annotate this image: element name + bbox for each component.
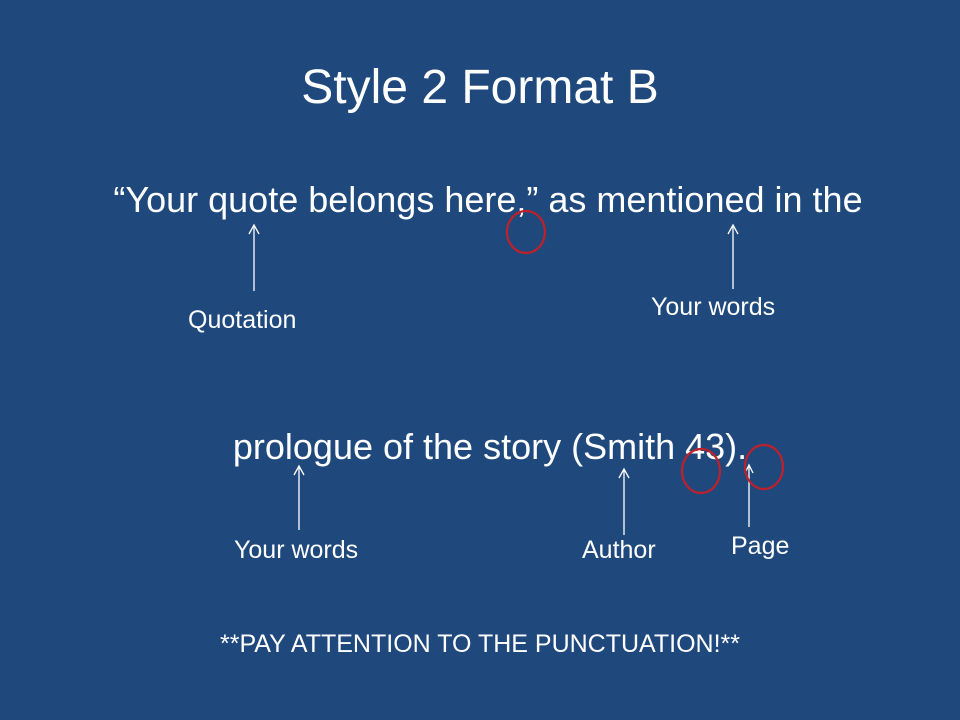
label-page: Page — [731, 532, 790, 560]
arrow-your-words-top — [727, 223, 739, 289]
label-author: Author — [582, 536, 656, 564]
slide-title: Style 2 Format B — [301, 61, 659, 114]
arrow-author — [618, 467, 630, 535]
example-sentence-line-1: “Your quote belongs here,” as mentioned … — [113, 179, 863, 220]
slide: Style 2 Format B “Your quote belongs her… — [0, 0, 960, 720]
label-your-words-bottom: Your words — [234, 536, 359, 564]
example-sentence-line-2: prologue of the story (Smith 43). — [232, 426, 748, 467]
label-quotation: Quotation — [188, 306, 297, 334]
arrow-page — [744, 463, 754, 527]
arrow-quotation — [248, 223, 260, 291]
punctuation-note: **PAY ATTENTION TO THE PUNCTUATION!** — [220, 630, 740, 658]
arrow-your-words-bottom — [293, 464, 305, 530]
label-your-words-top: Your words — [651, 293, 776, 321]
arrows — [248, 223, 754, 535]
